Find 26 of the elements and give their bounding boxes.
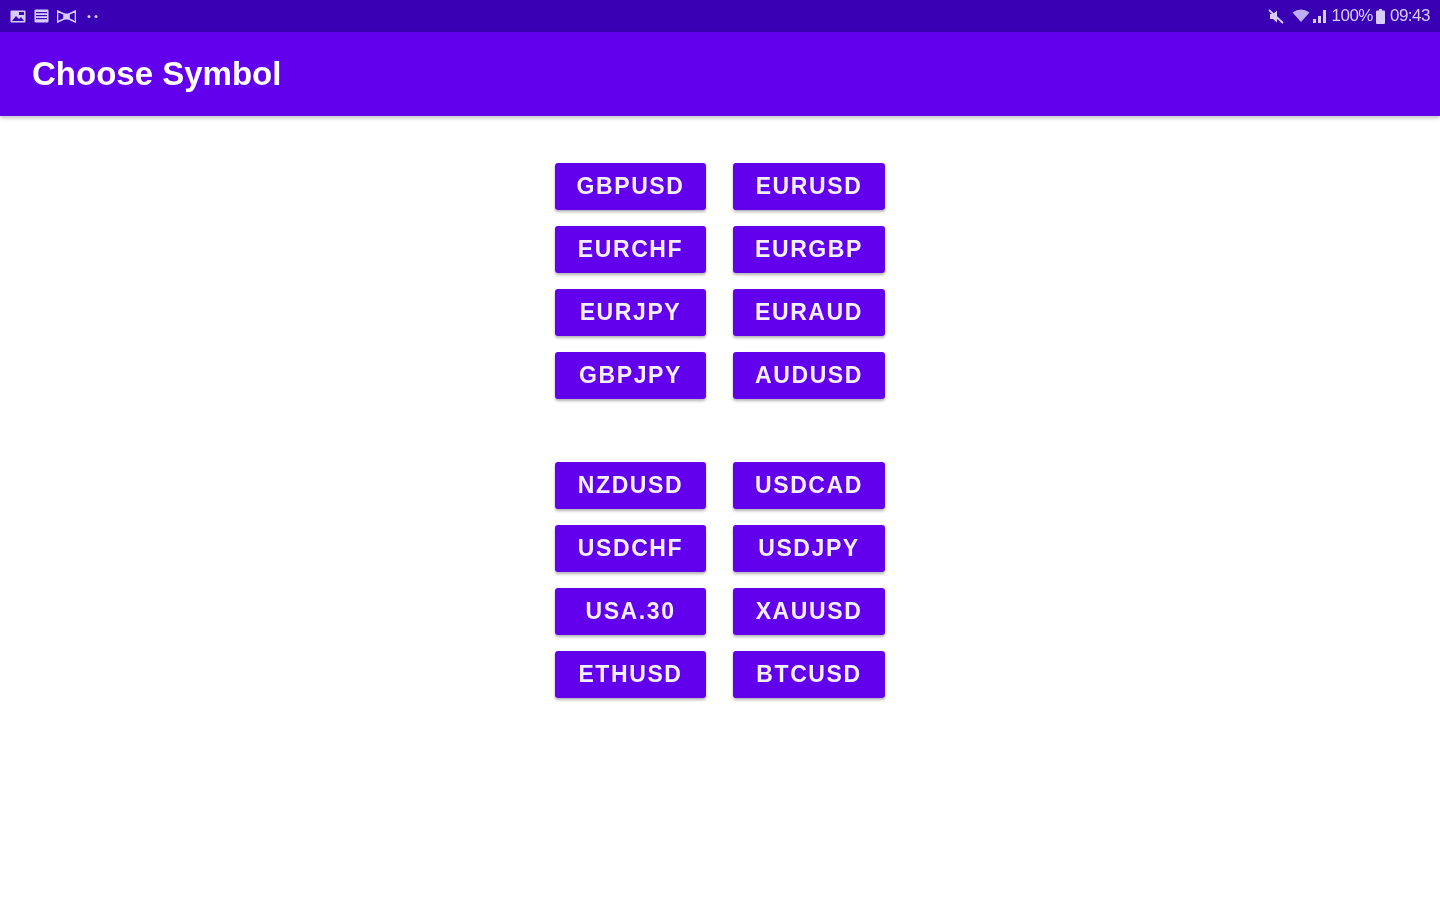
more-dots-icon [87,14,99,18]
note-icon [34,9,49,23]
symbol-button[interactable]: USA.30 [555,588,706,635]
symbol-button[interactable]: GBPUSD [555,163,706,210]
clock-time: 09:43 [1389,6,1430,26]
battery-percent: 100% [1331,6,1373,26]
battery-icon [1375,8,1385,24]
symbol-button[interactable]: USDCHF [555,525,706,572]
symbol-button[interactable]: USDCAD [733,462,885,509]
symbol-button[interactable]: EURAUD [733,289,885,336]
symbol-button[interactable]: BTCUSD [733,651,885,698]
symbol-button[interactable]: EURUSD [733,163,885,210]
bowtie-icon [57,9,76,23]
symbol-button[interactable]: XAUUSD [733,588,885,635]
symbol-button[interactable]: EURGBP [733,226,885,273]
mute-icon [1268,8,1285,24]
screen-title: Choose Symbol [32,54,282,94]
symbol-button[interactable]: EURJPY [555,289,706,336]
picture-icon [10,9,26,23]
symbol-button[interactable]: EURCHF [555,226,706,273]
symbol-button[interactable]: ETHUSD [555,651,706,698]
symbol-button[interactable]: USDJPY [733,525,885,572]
symbol-button[interactable]: GBPJPY [555,352,706,399]
symbol-button[interactable]: AUDUSD [733,352,885,399]
symbol-button[interactable]: NZDUSD [555,462,706,509]
wifi-icon [1292,9,1311,23]
